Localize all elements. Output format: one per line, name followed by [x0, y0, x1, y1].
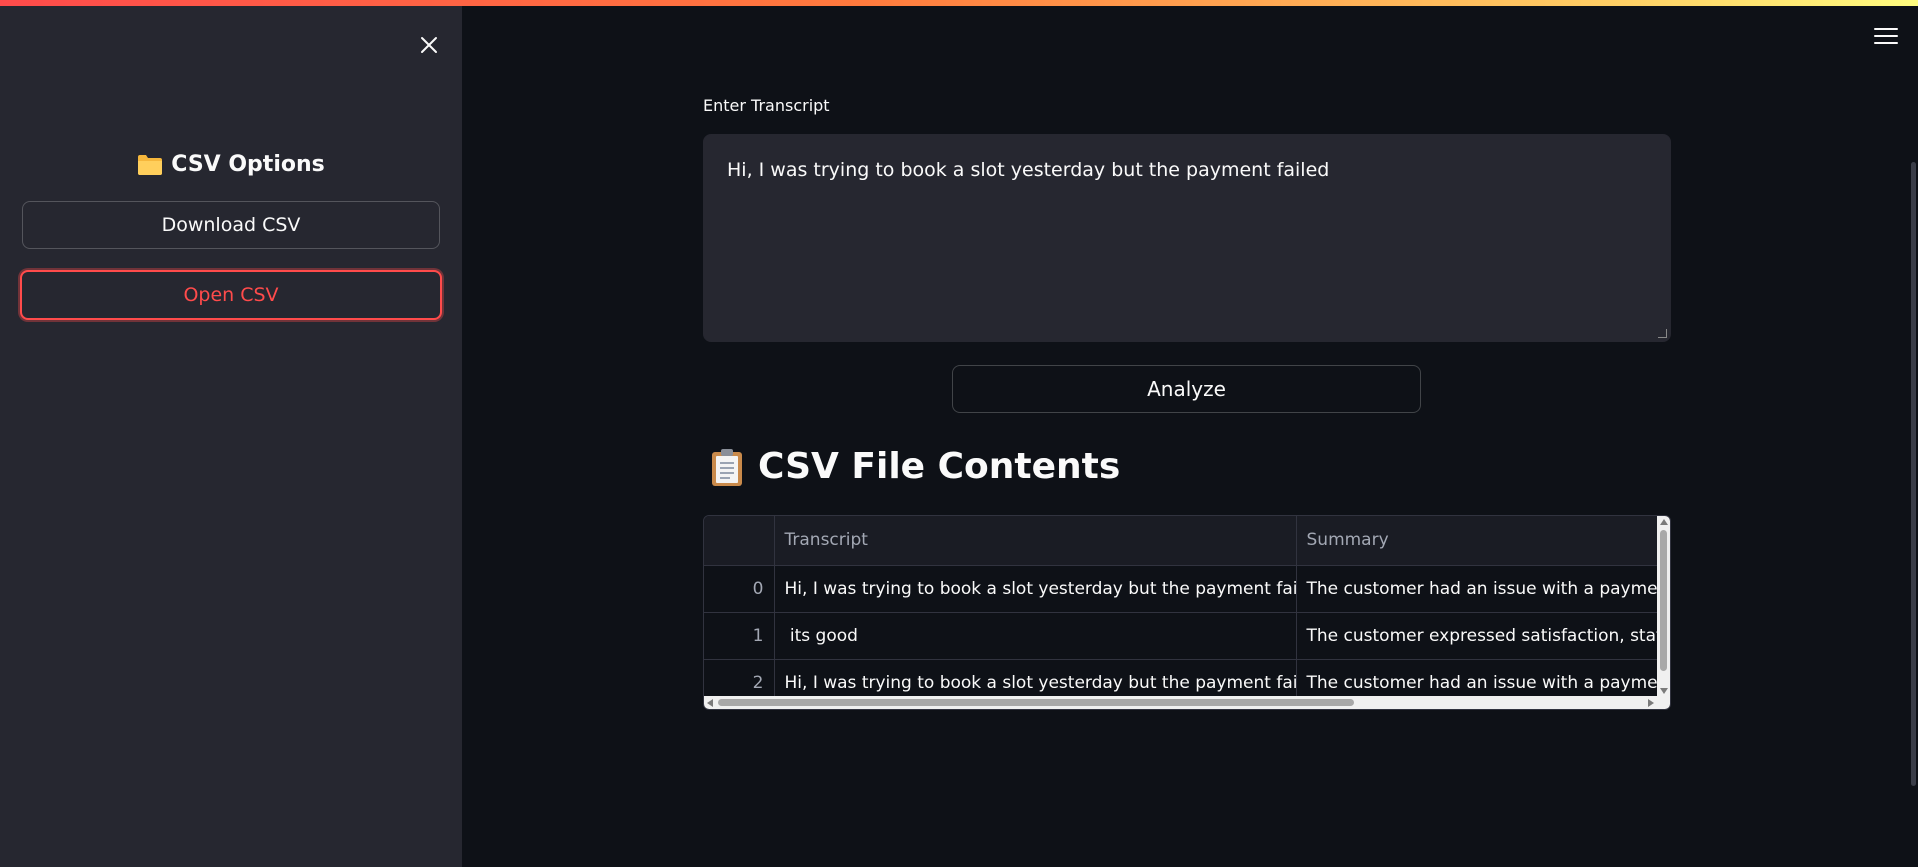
scroll-down-icon[interactable] [1660, 688, 1668, 694]
download-csv-button[interactable]: Download CSV [22, 201, 440, 249]
csv-table: Transcript Summary 0 Hi, I was trying to… [704, 516, 1670, 707]
transcript-label: Enter Transcript [703, 96, 830, 115]
top-decoration-bar [0, 0, 1918, 6]
sidebar-title-text: CSV Options [171, 152, 325, 177]
csv-dataframe[interactable]: Transcript Summary 0 Hi, I was trying to… [703, 515, 1671, 710]
summary-cell[interactable]: The customer expressed satisfaction, sta… [1296, 612, 1670, 660]
page-scrollbar[interactable] [1911, 162, 1916, 786]
scroll-right-icon[interactable] [1648, 699, 1654, 707]
row-index: 1 [704, 612, 775, 660]
open-csv-button[interactable]: Open CSV [20, 270, 442, 320]
close-icon [421, 37, 437, 53]
csv-contents-heading: CSV File Contents [710, 446, 1120, 487]
resize-handle-icon[interactable] [1658, 329, 1667, 338]
table-vertical-scrollbar[interactable] [1657, 516, 1670, 697]
transcript-value: Hi, I was trying to book a slot yesterda… [727, 159, 1330, 181]
clipboard-icon [712, 448, 742, 486]
summary-cell[interactable]: The customer had an issue with a payment… [1296, 565, 1670, 613]
row-index: 0 [704, 565, 775, 613]
index-column-header[interactable] [704, 516, 775, 566]
table-row[interactable]: 1 its good The customer expressed satisf… [704, 612, 1670, 660]
analyze-label: Analyze [1147, 377, 1226, 401]
transcript-cell[interactable]: its good [774, 612, 1297, 660]
csv-contents-heading-text: CSV File Contents [758, 446, 1121, 487]
close-sidebar-button[interactable] [414, 30, 444, 60]
sidebar-title: CSV Options [0, 152, 462, 177]
sidebar: CSV Options Download CSV Open CSV [0, 6, 462, 867]
transcript-column-header[interactable]: Transcript [774, 516, 1297, 566]
vertical-scroll-thumb[interactable] [1660, 530, 1667, 671]
horizontal-scroll-thumb[interactable] [718, 699, 1354, 706]
main-menu-button[interactable] [1874, 28, 1898, 48]
analyze-button[interactable]: Analyze [952, 365, 1421, 413]
table-horizontal-scrollbar[interactable] [704, 696, 1670, 709]
scroll-up-icon[interactable] [1660, 519, 1668, 525]
folder-icon [138, 154, 163, 175]
transcript-textarea[interactable]: Hi, I was trying to book a slot yesterda… [703, 134, 1671, 342]
table-header-row: Transcript Summary [704, 516, 1670, 566]
hamburger-icon [1874, 28, 1898, 44]
summary-column-header[interactable]: Summary [1296, 516, 1670, 566]
open-csv-label: Open CSV [183, 284, 279, 306]
transcript-cell[interactable]: Hi, I was trying to book a slot yesterda… [774, 565, 1297, 613]
download-csv-label: Download CSV [161, 214, 301, 236]
table-row[interactable]: 0 Hi, I was trying to book a slot yester… [704, 565, 1670, 613]
scroll-left-icon[interactable] [707, 699, 713, 707]
